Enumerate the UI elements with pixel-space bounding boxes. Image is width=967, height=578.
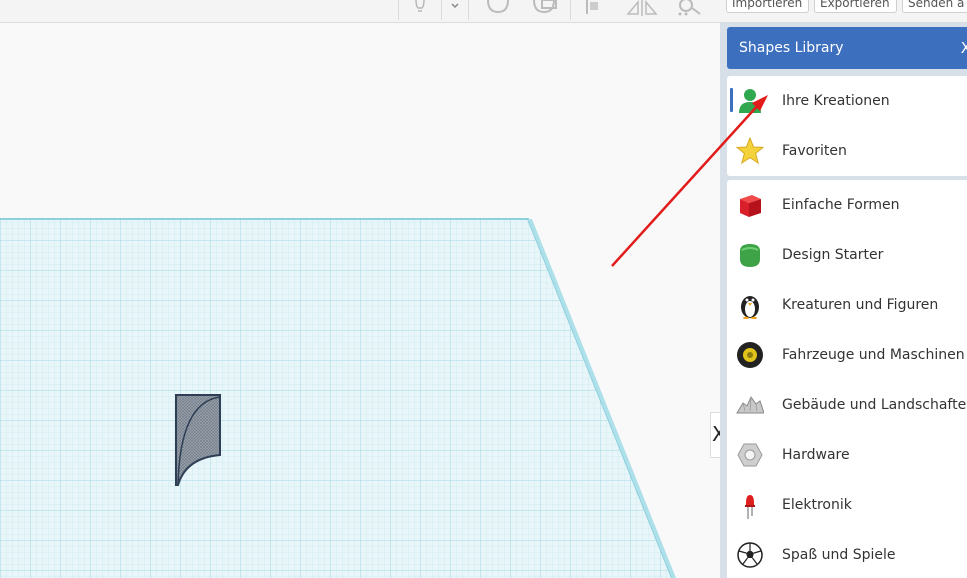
selected-indicator bbox=[730, 88, 733, 112]
library-item-label: Elektronik bbox=[782, 497, 852, 513]
top-toolbar: Importieren Exportieren Senden a bbox=[0, 0, 967, 23]
library-item-elektronik[interactable]: Elektronik bbox=[727, 480, 967, 530]
lightbulb-icon[interactable] bbox=[412, 0, 428, 16]
toolbar-separator bbox=[441, 0, 442, 20]
categories-group: Einfache Formen Design Starter Kreaturen… bbox=[727, 180, 967, 578]
library-item-label: Einfache Formen bbox=[782, 197, 900, 213]
red-cube-icon bbox=[736, 191, 764, 219]
library-item-design-starter[interactable]: Design Starter bbox=[727, 230, 967, 280]
library-item-label: Design Starter bbox=[782, 247, 884, 263]
workspace-canvas[interactable] bbox=[0, 23, 720, 578]
toolbar-separator bbox=[398, 0, 399, 20]
led-icon bbox=[736, 491, 764, 519]
library-item-kreaturen-und-figuren[interactable]: Kreaturen und Figuren bbox=[727, 280, 967, 330]
library-item-einfache-formen[interactable]: Einfache Formen bbox=[727, 180, 967, 230]
library-item-label: Fahrzeuge und Maschinen bbox=[782, 347, 965, 363]
landscape-icon bbox=[736, 391, 765, 419]
library-item-label: Spaß und Spiele bbox=[782, 547, 896, 563]
library-item-spass-und-spiele[interactable]: Spaß und Spiele bbox=[727, 530, 967, 578]
wheel-icon bbox=[736, 341, 764, 369]
soccer-ball-icon bbox=[736, 541, 764, 569]
library-item-label: Kreaturen und Figuren bbox=[782, 297, 939, 313]
toolbar-separator bbox=[468, 0, 469, 20]
person-icon bbox=[736, 87, 764, 115]
panel-title: Shapes Library bbox=[739, 40, 844, 56]
send-button[interactable]: Senden a bbox=[902, 0, 967, 13]
import-button[interactable]: Importieren bbox=[726, 0, 809, 13]
shapes-library-panel: Shapes Library X Ihre Kreationen Favorit… bbox=[720, 23, 967, 578]
panel-header: Shapes Library X bbox=[727, 27, 967, 69]
rotate-icon[interactable] bbox=[484, 0, 512, 16]
export-button[interactable]: Exportieren bbox=[814, 0, 897, 13]
library-item-label: Ihre Kreationen bbox=[782, 93, 890, 109]
green-blob-icon bbox=[736, 241, 764, 269]
my-library-group: Ihre Kreationen Favoriten bbox=[727, 76, 967, 176]
library-item-label: Hardware bbox=[782, 447, 850, 463]
workplane-grid[interactable] bbox=[0, 23, 720, 578]
group-icon[interactable] bbox=[674, 0, 704, 16]
align-icon[interactable] bbox=[584, 0, 600, 16]
library-item-ihre-kreationen[interactable]: Ihre Kreationen bbox=[727, 76, 967, 126]
penguin-icon bbox=[736, 291, 764, 320]
library-item-hardware[interactable]: Hardware bbox=[727, 430, 967, 480]
panel-close-button[interactable]: X bbox=[961, 27, 967, 69]
library-item-label: Gebäude und Landschaften bbox=[782, 397, 967, 413]
library-item-label: Favoriten bbox=[782, 143, 847, 159]
duplicate-icon[interactable] bbox=[532, 0, 560, 16]
dropdown-icon[interactable] bbox=[450, 0, 460, 16]
library-item-favoriten[interactable]: Favoriten bbox=[727, 126, 967, 176]
nut-icon bbox=[736, 441, 764, 469]
toolbar-separator bbox=[570, 0, 571, 20]
star-icon bbox=[735, 136, 765, 165]
mirror-icon[interactable] bbox=[626, 0, 658, 16]
library-item-gebaeude-und-landschaften[interactable]: Gebäude und Landschaften bbox=[727, 380, 967, 430]
library-item-fahrzeuge-und-maschinen[interactable]: Fahrzeuge und Maschinen bbox=[727, 330, 967, 380]
